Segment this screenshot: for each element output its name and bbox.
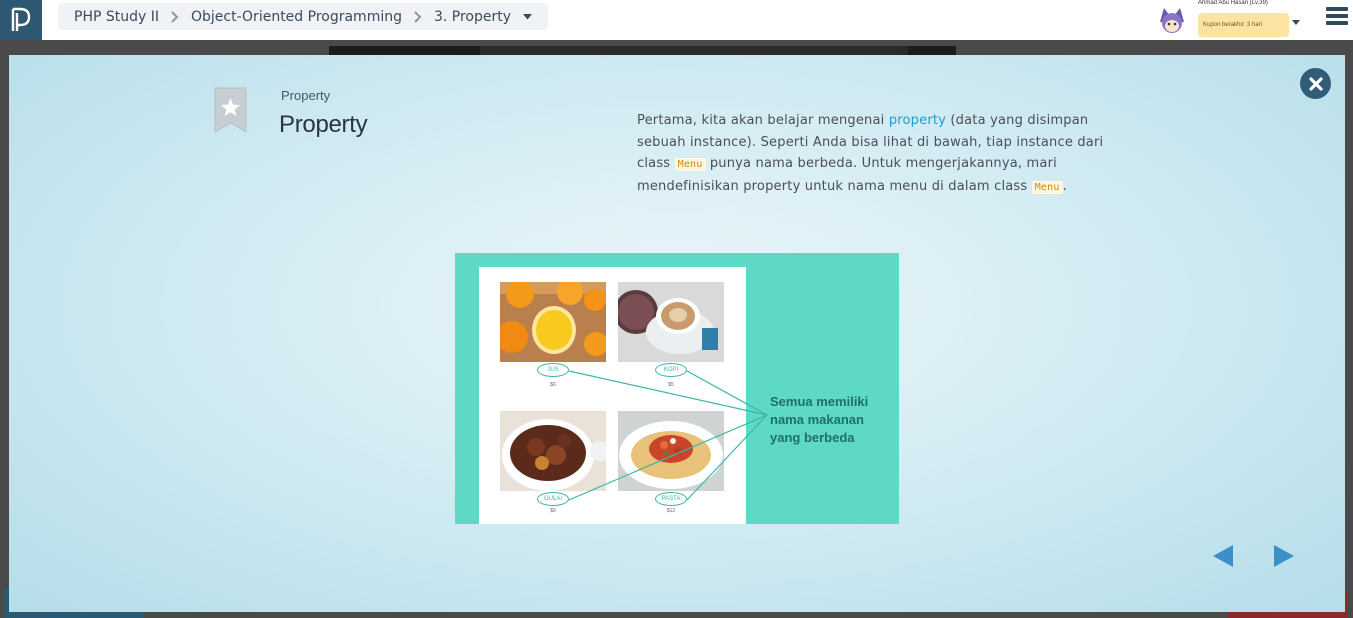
caption-line: Semua memiliki (770, 394, 869, 409)
chevron-right-icon (414, 10, 422, 23)
chevron-right-icon (171, 10, 179, 23)
breadcrumb-course[interactable]: PHP Study II (74, 9, 159, 25)
hamburger-menu-icon[interactable] (1326, 7, 1348, 27)
lesson-illustration: JUS $6 KOPI $5 GULAI $9 PASTA $12 Semua … (455, 253, 899, 524)
desc-highlight: property (888, 113, 947, 128)
connector-lines (568, 370, 768, 501)
logo[interactable] (0, 0, 42, 40)
close-button[interactable] (1300, 68, 1331, 99)
caret-down-icon[interactable] (523, 13, 533, 20)
user-name: Ahmad Abu Hasan (Lv.39) (1198, 0, 1268, 6)
coupon-badge: Kupon berakhir: 3 hari (1198, 13, 1289, 37)
close-icon (1308, 76, 1323, 91)
lesson-modal: Property Property Pertama, kita akan bel… (9, 55, 1345, 612)
caret-down-icon[interactable] (1292, 13, 1300, 31)
breadcrumb-chapter[interactable]: Object-Oriented Programming (191, 9, 402, 25)
prev-arrow-icon (1213, 545, 1233, 567)
desc-text: . (1062, 178, 1067, 194)
lesson-subtitle: Property (281, 88, 331, 103)
progate-logo-icon (11, 7, 31, 31)
lesson-description: Pertama, kita akan belajar mengenai prop… (637, 110, 1107, 198)
caption-line: nama makanan (770, 412, 864, 427)
illustration-caption: Semua memiliki nama makanan yang berbeda (770, 393, 880, 447)
top-bar: PHP Study II Object-Oriented Programming… (0, 0, 1353, 40)
breadcrumb-lesson[interactable]: 3. Property (434, 9, 511, 25)
caption-line: yang berbeda (770, 430, 855, 445)
avatar[interactable] (1156, 4, 1188, 36)
prev-slide-button[interactable] (1212, 544, 1234, 573)
bookmark-star-icon (214, 87, 247, 133)
inline-code: Menu (1031, 180, 1063, 194)
inline-code: Menu (674, 158, 706, 171)
next-slide-button[interactable] (1273, 544, 1295, 573)
next-arrow-icon (1274, 545, 1294, 567)
breadcrumb: PHP Study II Object-Oriented Programming… (58, 3, 549, 30)
desc-text: Pertama, kita akan belajar mengenai (637, 113, 889, 128)
lesson-title: Property (279, 111, 368, 138)
